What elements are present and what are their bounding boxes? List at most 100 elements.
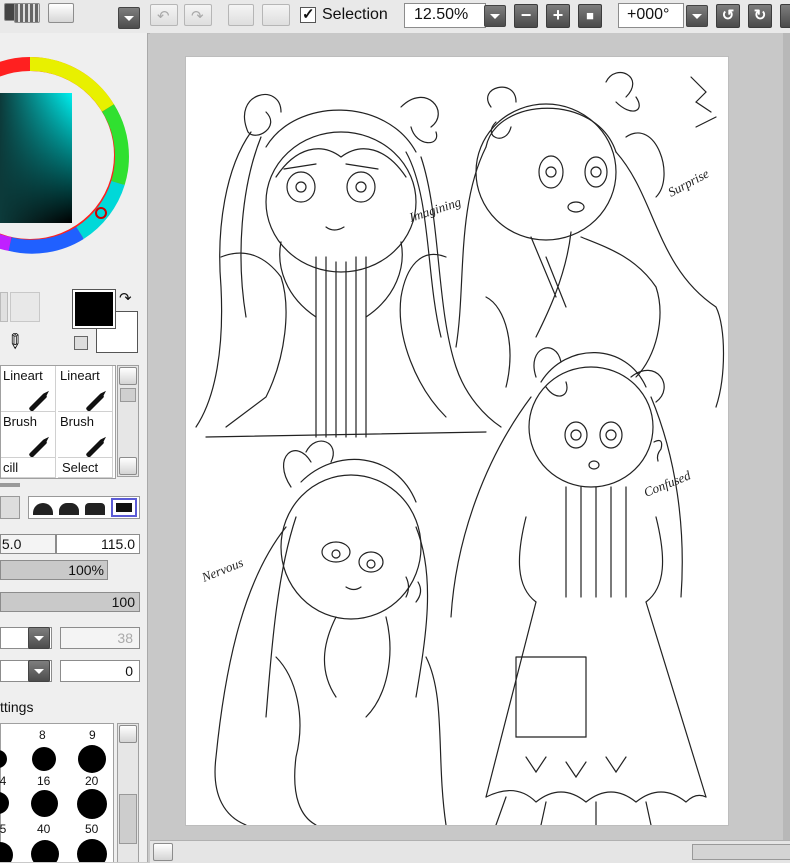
tool-brush-1[interactable]: Brush xyxy=(1,412,56,458)
zoom-dropdown[interactable] xyxy=(484,5,506,27)
reset-colors-icon[interactable] xyxy=(74,336,88,350)
tool-fill[interactable]: cill xyxy=(1,458,56,478)
figure-confused xyxy=(450,347,707,825)
preset-label: 14 xyxy=(0,774,7,788)
density-value: 100 xyxy=(111,594,135,610)
brush-tool-grid: Lineart Lineart Brush Brush cill Select xyxy=(0,365,116,479)
tool-panel: ↷ ✎ Lineart Lineart Brush Brush cill Sel… xyxy=(0,33,148,862)
undo-icon: ↶ xyxy=(157,8,170,25)
preset-dot[interactable] xyxy=(0,750,7,768)
preset-dot[interactable] xyxy=(32,747,56,771)
preset-dot[interactable] xyxy=(78,745,106,773)
annotation-surprise: Surprise xyxy=(665,166,711,200)
panel-divider[interactable] xyxy=(0,483,20,487)
blend-mode-select[interactable] xyxy=(0,496,20,519)
panel-menu-dropdown[interactable] xyxy=(118,7,140,29)
brush-icon xyxy=(85,438,105,457)
zoom-reset-button[interactable]: ■ xyxy=(578,4,602,28)
layer-view-icon[interactable] xyxy=(48,3,74,23)
preset-label: 35 xyxy=(0,822,7,836)
preset-label: 50 xyxy=(85,822,99,836)
zoom-out-button[interactable]: − xyxy=(514,4,538,28)
figure-surprise xyxy=(455,72,725,408)
zoom-field[interactable]: 12.50% xyxy=(404,3,486,28)
preset-dot[interactable] xyxy=(0,842,13,862)
canvas-horizontal-scrollbar[interactable] xyxy=(150,840,790,863)
tool-lineart-2[interactable]: Lineart xyxy=(58,366,113,412)
preset-dot[interactable] xyxy=(31,790,58,817)
primary-color-swatch[interactable] xyxy=(72,289,116,329)
size-preset-grid: 8 9 14 16 20 35 40 50 xyxy=(0,723,114,862)
scroll-up-icon[interactable] xyxy=(119,367,137,385)
rotate-ccw-button[interactable]: ↺ xyxy=(716,4,740,28)
rotation-field[interactable]: +000° xyxy=(618,3,684,28)
tool-brush-2[interactable]: Brush xyxy=(58,412,113,458)
tool-lineart-1[interactable]: Lineart xyxy=(1,366,56,412)
shape-round-soft[interactable] xyxy=(33,503,53,515)
pen-icon xyxy=(85,392,105,411)
undo-button[interactable]: ↶ xyxy=(150,4,178,26)
zoom-in-button[interactable]: + xyxy=(546,4,570,28)
size-multiplier[interactable]: x 5.0 xyxy=(0,534,56,554)
shape-square[interactable] xyxy=(111,498,137,517)
color-slot[interactable] xyxy=(0,292,8,322)
scroll-thumb[interactable] xyxy=(120,388,136,402)
tool-grid-scrollbar[interactable] xyxy=(117,365,139,477)
preset-dot[interactable] xyxy=(77,839,107,862)
swap-colors-icon[interactable]: ↷ xyxy=(119,289,132,307)
zoom-value: 12.50% xyxy=(414,6,469,23)
redo-icon: ↷ xyxy=(191,8,204,25)
minus-icon: − xyxy=(520,5,532,25)
min-size-slider[interactable]: 100% xyxy=(0,560,108,580)
invert-selection-button[interactable] xyxy=(262,4,290,26)
scroll-left-icon[interactable] xyxy=(153,843,173,861)
settings-section-label: ttings xyxy=(0,699,34,715)
figure-nervous xyxy=(214,440,447,825)
min-size-value: 100% xyxy=(68,562,104,578)
color-wheel[interactable] xyxy=(0,33,148,283)
preset-label: 40 xyxy=(37,822,51,836)
scroll-thumb[interactable] xyxy=(119,794,137,844)
top-toolbar: ↶ ↷ ✓ Selection 12.50% − + ■ +000° ↺ ↻ xyxy=(0,0,790,34)
preset-label: 9 xyxy=(89,728,96,742)
shape-round-mid[interactable] xyxy=(59,503,79,515)
drawing-canvas[interactable]: Imagining Surprise Nervous Confused xyxy=(186,57,728,825)
sketch-artwork: Imagining Surprise Nervous Confused xyxy=(195,72,725,825)
texture-value-field[interactable]: 0 xyxy=(60,660,140,682)
selection-label: Selection xyxy=(322,6,388,23)
redo-button[interactable]: ↷ xyxy=(184,4,212,26)
shape-round-hard[interactable] xyxy=(85,503,105,515)
brush-icon xyxy=(28,438,48,457)
preset-scrollbar[interactable] xyxy=(117,723,139,862)
scroll-up-icon[interactable] xyxy=(119,725,137,743)
rotation-dropdown[interactable] xyxy=(686,5,708,27)
preset-dot[interactable] xyxy=(77,789,107,819)
rotate-cw-icon: ↻ xyxy=(753,7,767,24)
canvas-right-edge xyxy=(783,33,790,840)
scroll-down-icon[interactable] xyxy=(119,457,137,475)
preset-dot[interactable] xyxy=(31,840,59,862)
brush-shape-selector xyxy=(28,496,140,519)
preset-dot[interactable] xyxy=(0,792,9,814)
deselect-button[interactable] xyxy=(228,4,254,26)
texture-dropdown[interactable] xyxy=(28,627,50,649)
flip-button[interactable] xyxy=(780,4,790,28)
annotation-confused: Confused xyxy=(642,467,694,499)
annotation-nervous: Nervous xyxy=(199,555,246,586)
density-slider[interactable]: 100 xyxy=(0,592,140,612)
preset-label: 20 xyxy=(85,774,99,788)
figure-imagining xyxy=(195,94,502,438)
size-value-field[interactable]: 115.0 xyxy=(56,534,140,554)
preset-label: 8 xyxy=(39,728,46,742)
rotate-cw-button[interactable]: ↻ xyxy=(748,4,772,28)
selection-checkbox[interactable]: ✓ xyxy=(300,6,316,23)
blend-value-field[interactable]: 38 xyxy=(60,627,140,649)
square-icon: ■ xyxy=(586,8,594,23)
bleeding-dropdown[interactable] xyxy=(28,660,50,682)
eyedropper-icon[interactable]: ✎ xyxy=(0,327,29,357)
scroll-thumb[interactable] xyxy=(692,844,790,860)
grid-view-icon[interactable] xyxy=(14,3,40,23)
color-slot[interactable] xyxy=(10,292,40,322)
checkmark-icon: ✓ xyxy=(302,6,315,23)
tool-select[interactable]: Select xyxy=(58,458,113,478)
